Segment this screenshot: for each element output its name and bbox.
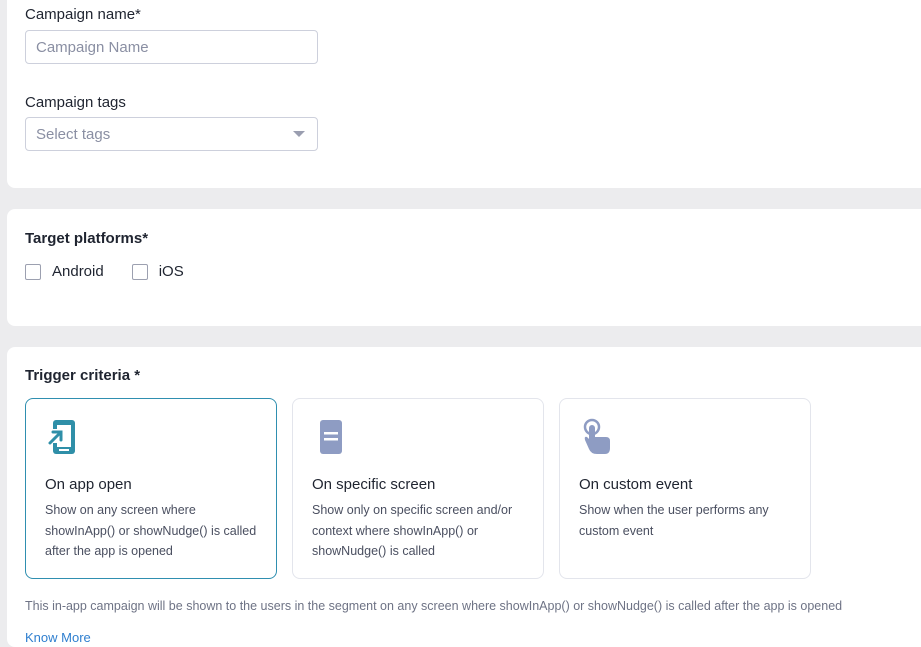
campaign-details-card: Campaign name* Campaign tags Select tags [7, 0, 921, 188]
ios-option[interactable]: iOS [131, 263, 184, 280]
campaign-tags-label: Campaign tags [25, 94, 126, 111]
campaign-tags-placeholder: Select tags [36, 125, 111, 143]
trigger-criteria-card: Trigger criteria * On app open Show on a… [7, 347, 921, 647]
trigger-option-title: On app open [45, 476, 132, 493]
trigger-option-description: Show only on specific screen and/or cont… [312, 503, 513, 558]
ios-checkbox[interactable] [131, 263, 148, 280]
trigger-option-title: On custom event [579, 476, 693, 493]
trigger-criteria-label: Trigger criteria * [25, 367, 141, 384]
target-platforms-label: Target platforms* [25, 230, 149, 247]
android-checkbox[interactable] [25, 263, 41, 280]
trigger-option-specific-screen[interactable]: On specific screen Show only on specific… [292, 398, 544, 579]
trigger-options: On app open Show on any screen where sho… [25, 398, 811, 579]
android-option[interactable]: Android [25, 263, 104, 280]
campaign-name-input[interactable] [25, 30, 318, 64]
chevron-down-icon [293, 131, 305, 137]
trigger-help-text: This in-app campaign will be shown to th… [25, 599, 843, 613]
trigger-option-description: Show when the user performs any custom e… [579, 503, 769, 538]
android-label: Android [52, 263, 104, 280]
trigger-option-title: On specific screen [312, 476, 436, 493]
campaign-name-label: Campaign name* [25, 6, 141, 23]
screen-icon [320, 420, 342, 454]
app-open-icon [48, 420, 75, 454]
trigger-option-custom-event[interactable]: On custom event Show when the user perfo… [559, 398, 811, 579]
tap-icon [583, 418, 610, 454]
platform-options: Android iOS [25, 263, 212, 280]
target-platforms-card: Target platforms* Android iOS [7, 209, 921, 326]
know-more-link[interactable]: Know More [25, 630, 91, 645]
campaign-tags-select[interactable]: Select tags [25, 117, 318, 151]
ios-label: iOS [158, 263, 184, 280]
trigger-option-description: Show on any screen where showInApp() or … [45, 503, 257, 558]
trigger-option-app-open[interactable]: On app open Show on any screen where sho… [25, 398, 277, 579]
